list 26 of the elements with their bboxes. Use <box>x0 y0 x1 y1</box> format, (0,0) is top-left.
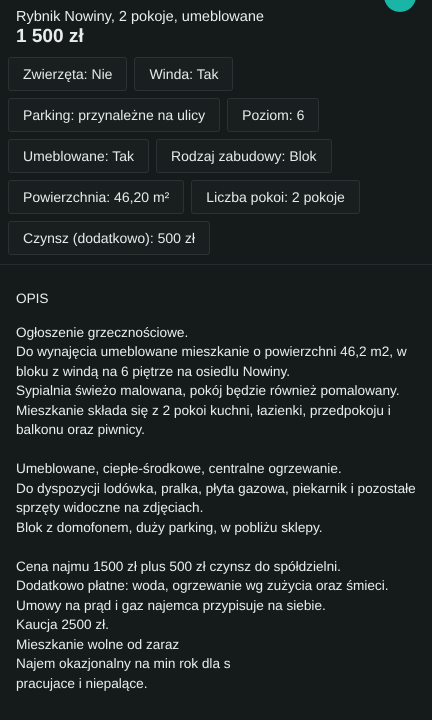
description-text: Do dyspozycji lodówka, pralka, płyta gazowa, piekarnik i pozostałe sprzęty widoczne na zdjęciach. <box>16 480 416 517</box>
description-text: Dodatkowo płatne: woda, ogrzewanie wg zużycia oraz śmieci. <box>16 577 390 595</box>
attribute-tag: Powierzchnia: 46,20 m² <box>8 180 184 214</box>
section-heading: OPIS <box>16 290 50 308</box>
description-text: pracujace i niepalące. <box>16 674 148 693</box>
description-text: Umowy na prąd i gaz najemca przypisuje na siebie. <box>16 596 327 615</box>
listing-title: Rybnik Nowiny, 2 pokoje, umeblowane <box>16 8 264 26</box>
description-text: Blok z domofonem, duży parking, w pobliżu sklepy. <box>16 518 324 537</box>
description-text: Kaucja 2500 zł. <box>16 616 110 634</box>
description-text: Najem okazjonalny na min rok dla s <box>16 655 232 673</box>
listing-price: 1 500 zł <box>16 26 85 48</box>
attribute-tag: Umeblowane: Tak <box>8 139 150 173</box>
attribute-tag: Poziom: 6 <box>227 98 320 132</box>
attribute-tag: Czynsz (dodatkowo): 500 zł <box>8 221 210 255</box>
attribute-tag: Liczba pokoi: 2 pokoje <box>191 180 360 214</box>
attribute-tag: Winda: Tak <box>134 57 234 91</box>
attribute-tag: Parking: przynależne na ulicy <box>8 98 220 132</box>
description-text: Ogłoszenie grzecznościowe. <box>16 324 190 342</box>
description-text: Do wynajęcia umeblowane mieszkanie o powierzchni 46,2 m2, w bloku z windą na 6 piętrze na osiedlu Nowiny. <box>16 343 408 381</box>
description-text: Mieszkanie wolne od zaraz <box>16 636 180 654</box>
description-text: Sypialnia świeżo malowana, pokój będzie również pomalowany. <box>16 382 401 400</box>
description-text: Cena najmu 1500 zł plus 500 zł czynsz do spółdzielni. <box>16 558 342 576</box>
description-text: Mieszkanie składa się z 2 pokoi kuchni, łazienki, przedpokoju i balkonu oraz piwnicy. <box>16 402 392 439</box>
description-text: Umeblowane, ciepłe-środkowe, centralne ogrzewanie. <box>16 460 343 478</box>
attribute-tag: Zwierzęta: Nie <box>8 57 128 91</box>
attribute-tag: Rodzaj zabudowy: Blok <box>156 139 332 173</box>
